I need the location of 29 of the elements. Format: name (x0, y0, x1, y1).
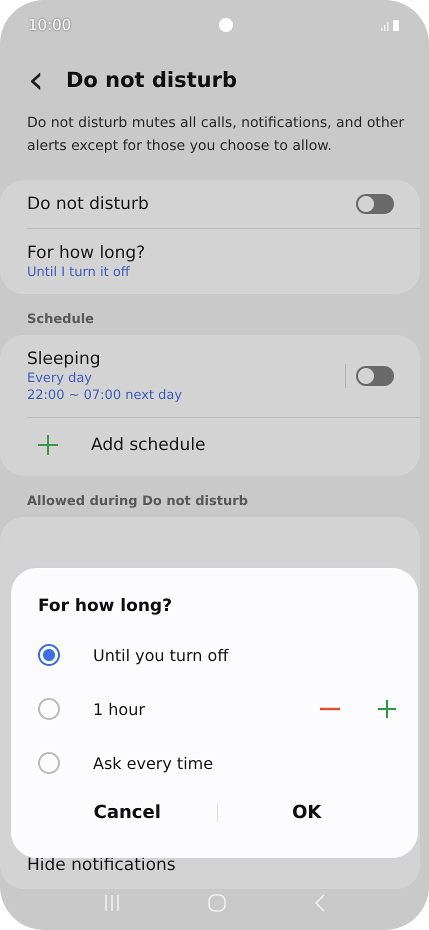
section-heading: Allowed during Do not disturb (27, 494, 249, 509)
add-schedule-button[interactable]: Add schedule (27, 418, 206, 476)
radio-button[interactable] (38, 644, 60, 666)
back-button[interactable]: ‹ (24, 66, 48, 94)
page-title: Do not disturb (66, 68, 238, 92)
description-text: Do not disturb mutes all calls, notifications, and other alerts except for those you choose to allow. (27, 114, 406, 156)
radio-button[interactable] (38, 752, 60, 774)
setting-label[interactable]: For how long? (27, 243, 146, 263)
schedule-time: 22:00 ~ 07:00 next day (27, 388, 182, 403)
dialog-title: For how long? (38, 596, 173, 616)
option-label[interactable]: 1 hour (93, 700, 282, 718)
schedule-name[interactable]: Sleeping (27, 349, 182, 369)
option-label[interactable]: Ask every time (93, 754, 396, 772)
toggle-switch[interactable] (356, 366, 394, 386)
increase-button[interactable] (378, 700, 396, 718)
schedule-days: Every day (27, 371, 182, 386)
setting-label: Do not disturb (27, 194, 149, 214)
toggle-switch[interactable] (356, 194, 394, 214)
signal-battery-icon (380, 19, 401, 31)
camera-icon (219, 18, 234, 32)
section-heading: Schedule (27, 312, 95, 327)
cancel-button[interactable]: Cancel (38, 796, 216, 829)
setting-label[interactable]: Hide notifications (27, 855, 176, 875)
radio-button[interactable] (38, 698, 60, 720)
ok-button[interactable]: OK (218, 796, 396, 829)
setting-value: Until I turn it off (27, 265, 131, 280)
plus-icon (37, 434, 59, 456)
option-label[interactable]: Until you turn off (93, 646, 396, 664)
decrease-button[interactable] (320, 707, 340, 711)
